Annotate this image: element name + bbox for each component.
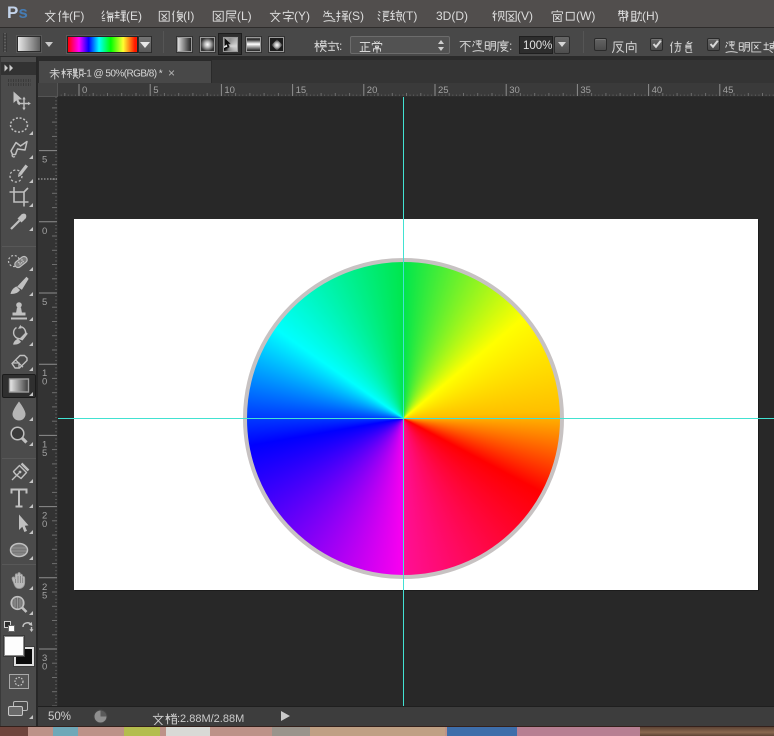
svg-text:5: 5: [42, 155, 47, 166]
svg-text:20: 20: [367, 85, 378, 96]
svg-text:0: 0: [82, 85, 87, 96]
svg-text:5: 5: [42, 297, 47, 308]
svg-text:5: 5: [153, 85, 158, 96]
svg-text:30: 30: [509, 85, 520, 96]
svg-text:0: 0: [42, 226, 47, 237]
svg-text:5: 5: [42, 590, 47, 601]
svg-text:0: 0: [42, 377, 47, 388]
svg-text:45: 45: [723, 85, 734, 96]
svg-text:15: 15: [296, 85, 307, 96]
svg-text:0: 0: [42, 662, 47, 673]
svg-text:25: 25: [438, 85, 449, 96]
svg-text:10: 10: [224, 85, 235, 96]
svg-text:5: 5: [42, 448, 47, 459]
svg-text:0: 0: [42, 519, 47, 530]
svg-text:35: 35: [580, 85, 591, 96]
svg-text:40: 40: [652, 85, 663, 96]
